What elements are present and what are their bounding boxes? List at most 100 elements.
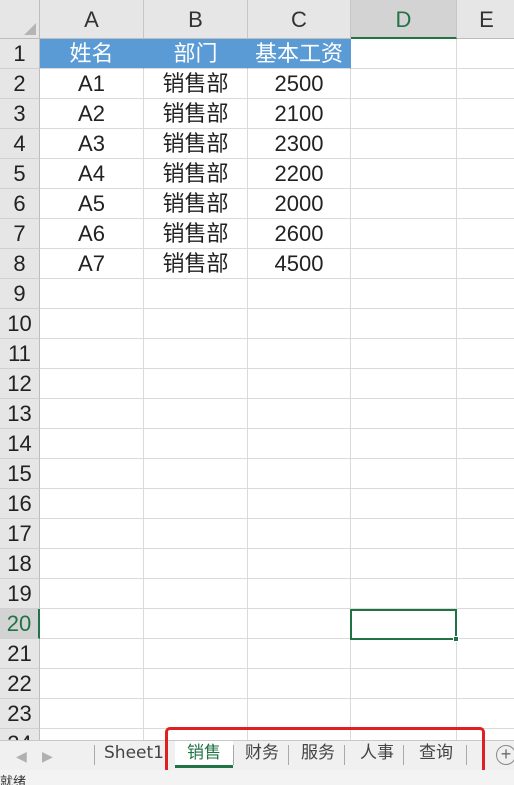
cell-e17[interactable]	[457, 519, 514, 549]
cell-d19[interactable]	[351, 579, 457, 609]
row-header-1[interactable]: 1	[0, 39, 40, 69]
cell-d20[interactable]	[351, 609, 457, 639]
cell-c21[interactable]	[248, 639, 351, 669]
cell-c6[interactable]: 2000	[248, 189, 351, 219]
cell-a19[interactable]	[40, 579, 144, 609]
row-header-11[interactable]: 11	[0, 339, 40, 369]
cell-e5[interactable]	[457, 159, 514, 189]
cell-d13[interactable]	[351, 399, 457, 429]
cell-e7[interactable]	[457, 219, 514, 249]
cell-c3[interactable]: 2100	[248, 99, 351, 129]
cell-e23[interactable]	[457, 699, 514, 729]
cell-b3[interactable]: 销售部	[144, 99, 248, 129]
cell-e22[interactable]	[457, 669, 514, 699]
cell-b10[interactable]	[144, 309, 248, 339]
cell-a15[interactable]	[40, 459, 144, 489]
row-header-14[interactable]: 14	[0, 429, 40, 459]
row-header-15[interactable]: 15	[0, 459, 40, 489]
row-header-13[interactable]: 13	[0, 399, 40, 429]
cell-a2[interactable]: A1	[40, 69, 144, 99]
row-header-12[interactable]: 12	[0, 369, 40, 399]
cell-c13[interactable]	[248, 399, 351, 429]
cell-e12[interactable]	[457, 369, 514, 399]
cell-b21[interactable]	[144, 639, 248, 669]
row-header-22[interactable]: 22	[0, 669, 40, 699]
cell-b9[interactable]	[144, 279, 248, 309]
cell-b7[interactable]: 销售部	[144, 219, 248, 249]
row-header-17[interactable]: 17	[0, 519, 40, 549]
cell-a14[interactable]	[40, 429, 144, 459]
cell-c5[interactable]: 2200	[248, 159, 351, 189]
row-header-8[interactable]: 8	[0, 249, 40, 279]
cell-a11[interactable]	[40, 339, 144, 369]
cell-b22[interactable]	[144, 669, 248, 699]
row-header-24[interactable]: 24	[0, 729, 40, 740]
row-header-23[interactable]: 23	[0, 699, 40, 729]
chevron-right-icon[interactable]: ▶	[42, 747, 53, 765]
cell-c12[interactable]	[248, 369, 351, 399]
cell-e18[interactable]	[457, 549, 514, 579]
row-header-18[interactable]: 18	[0, 549, 40, 579]
cell-c15[interactable]	[248, 459, 351, 489]
cell-e20[interactable]	[457, 609, 514, 639]
cell-c14[interactable]	[248, 429, 351, 459]
cell-b19[interactable]	[144, 579, 248, 609]
cell-a23[interactable]	[40, 699, 144, 729]
cell-c7[interactable]: 2600	[248, 219, 351, 249]
cell-a5[interactable]: A4	[40, 159, 144, 189]
cell-d6[interactable]	[351, 189, 457, 219]
cell-a20[interactable]	[40, 609, 144, 639]
cell-a8[interactable]: A7	[40, 249, 144, 279]
column-header-e[interactable]: E	[457, 0, 514, 39]
sheet-tab-4[interactable]: 人事	[351, 741, 403, 769]
cell-a24[interactable]	[40, 729, 144, 740]
row-header-4[interactable]: 4	[0, 129, 40, 159]
cell-b1[interactable]: 部门	[144, 39, 248, 69]
cell-c8[interactable]: 4500	[248, 249, 351, 279]
cell-b14[interactable]	[144, 429, 248, 459]
cell-d16[interactable]	[351, 489, 457, 519]
row-header-9[interactable]: 9	[0, 279, 40, 309]
cell-d15[interactable]	[351, 459, 457, 489]
cell-e15[interactable]	[457, 459, 514, 489]
cell-b6[interactable]: 销售部	[144, 189, 248, 219]
cell-c20[interactable]	[248, 609, 351, 639]
cell-c11[interactable]	[248, 339, 351, 369]
cell-d11[interactable]	[351, 339, 457, 369]
cell-d22[interactable]	[351, 669, 457, 699]
cell-c17[interactable]	[248, 519, 351, 549]
cell-c23[interactable]	[248, 699, 351, 729]
cell-b8[interactable]: 销售部	[144, 249, 248, 279]
cell-e21[interactable]	[457, 639, 514, 669]
cell-a1[interactable]: 姓名	[40, 39, 144, 69]
cell-e11[interactable]	[457, 339, 514, 369]
cell-a4[interactable]: A3	[40, 129, 144, 159]
cell-b18[interactable]	[144, 549, 248, 579]
cell-d18[interactable]	[351, 549, 457, 579]
row-header-10[interactable]: 10	[0, 309, 40, 339]
cell-d17[interactable]	[351, 519, 457, 549]
cell-e1[interactable]	[457, 39, 514, 69]
cell-b4[interactable]: 销售部	[144, 129, 248, 159]
sheet-tab-0[interactable]: Sheet1	[98, 741, 170, 769]
cell-a3[interactable]: A2	[40, 99, 144, 129]
row-header-3[interactable]: 3	[0, 99, 40, 129]
cell-b15[interactable]	[144, 459, 248, 489]
cell-d21[interactable]	[351, 639, 457, 669]
cell-b2[interactable]: 销售部	[144, 69, 248, 99]
cell-c10[interactable]	[248, 309, 351, 339]
column-header-a[interactable]: A	[40, 0, 144, 39]
row-header-19[interactable]: 19	[0, 579, 40, 609]
cell-d2[interactable]	[351, 69, 457, 99]
cell-b23[interactable]	[144, 699, 248, 729]
spreadsheet-grid[interactable]: ABCDE 1 2 3 4 5 6 7 8 9 10 11 12 13 14 15 16 17 18 19 20 21 2…	[0, 0, 514, 740]
cell-d8[interactable]	[351, 249, 457, 279]
row-header-6[interactable]: 6	[0, 189, 40, 219]
cell-a17[interactable]	[40, 519, 144, 549]
cell-c22[interactable]	[248, 669, 351, 699]
cell-d24[interactable]	[351, 729, 457, 740]
cell-c19[interactable]	[248, 579, 351, 609]
cell-a6[interactable]: A5	[40, 189, 144, 219]
cell-a12[interactable]	[40, 369, 144, 399]
sheet-tab-2[interactable]: 财务	[236, 741, 288, 769]
